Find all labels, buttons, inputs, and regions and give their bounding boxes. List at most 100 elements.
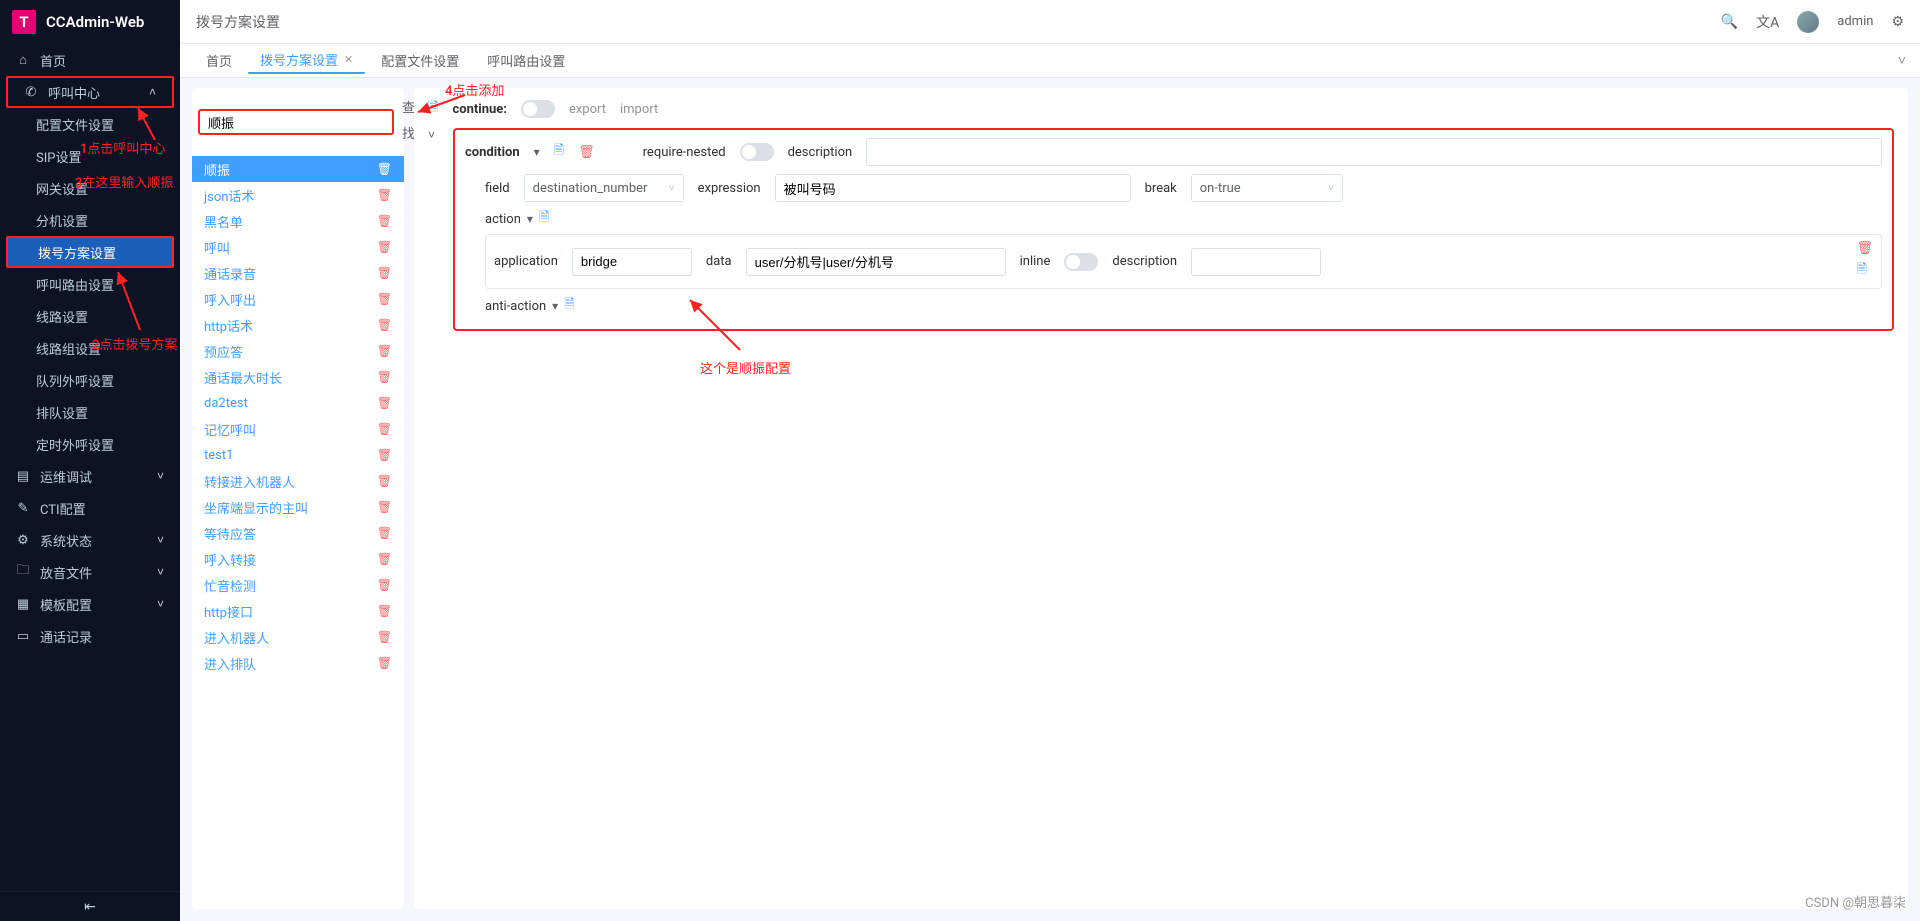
nav-group-1[interactable]: ✎CTI配置 bbox=[0, 492, 180, 524]
delete-icon[interactable]: 🗑 bbox=[377, 526, 392, 540]
export-link[interactable]: export bbox=[569, 102, 606, 117]
delete-icon[interactable]: 🗑 bbox=[377, 318, 392, 332]
nav-sub-10[interactable]: 定时外呼设置 bbox=[0, 428, 180, 460]
list-item[interactable]: da2test🗑 bbox=[192, 390, 404, 416]
nav-sub-2[interactable]: 网关设置 bbox=[0, 172, 180, 204]
condition-header: condition ▾ 🗎 🗑 require-nested descripti… bbox=[465, 138, 1882, 166]
list-item[interactable]: 呼叫🗑 bbox=[192, 234, 404, 260]
list-item[interactable]: test1🗑 bbox=[192, 442, 404, 468]
doc-icon[interactable]: 🗎 bbox=[554, 141, 564, 163]
nav-home[interactable]: ⌂ 首页 bbox=[0, 44, 180, 76]
sidebar-collapse[interactable]: ⇤ bbox=[0, 891, 180, 921]
tab-home[interactable]: 首页 bbox=[194, 48, 244, 74]
break-select[interactable]: on-true ˅ bbox=[1191, 174, 1343, 202]
delete-icon[interactable]: 🗑 bbox=[377, 344, 392, 358]
list-item[interactable]: 通话最大时长🗑 bbox=[192, 364, 404, 390]
doc-icon[interactable]: 🗎 bbox=[428, 98, 438, 120]
chevron-down-icon[interactable]: ▾ bbox=[552, 299, 558, 313]
collapse-icon[interactable]: ˅ bbox=[428, 128, 435, 142]
nav-group-5[interactable]: ▭通话记录 bbox=[0, 620, 180, 652]
gear-icon[interactable]: ⚙ bbox=[1891, 14, 1904, 30]
inline-toggle[interactable] bbox=[1064, 253, 1098, 271]
list-item[interactable]: 等待应答🗑 bbox=[192, 520, 404, 546]
doc-icon[interactable]: 🗎 bbox=[564, 295, 574, 317]
data-label: data bbox=[706, 254, 732, 269]
delete-icon[interactable]: 🗑 bbox=[377, 578, 392, 592]
require-nested-toggle[interactable] bbox=[740, 143, 774, 161]
list-item[interactable]: 忙音检测🗑 bbox=[192, 572, 404, 598]
doc-icon[interactable]: 🗎 bbox=[1856, 260, 1873, 282]
nav-sub-8[interactable]: 队列外呼设置 bbox=[0, 364, 180, 396]
data-input[interactable] bbox=[746, 248, 1006, 276]
delete-icon[interactable]: 🗑 bbox=[377, 630, 392, 644]
nav-group-3[interactable]: 🗀放音文件˅ bbox=[0, 556, 180, 588]
delete-icon[interactable]: 🗑 bbox=[377, 500, 392, 514]
avatar[interactable] bbox=[1797, 11, 1819, 33]
nav-group-2[interactable]: ⚙系统状态˅ bbox=[0, 524, 180, 556]
list-item[interactable]: 顺振🗑 bbox=[192, 156, 404, 182]
delete-icon[interactable]: 🗑 bbox=[377, 656, 392, 670]
continue-toggle[interactable] bbox=[521, 100, 555, 118]
list-item[interactable]: 记忆呼叫🗑 bbox=[192, 416, 404, 442]
delete-icon[interactable]: 🗑 bbox=[377, 188, 392, 202]
delete-icon[interactable]: 🗑 bbox=[377, 214, 392, 228]
nav-sub-7[interactable]: 线路组设置 bbox=[0, 332, 180, 364]
tab-dialplan[interactable]: 拨号方案设置✕ bbox=[248, 48, 365, 74]
delete-icon[interactable]: 🗑 bbox=[377, 266, 392, 280]
delete-icon[interactable]: 🗑 bbox=[377, 370, 392, 384]
list-item[interactable]: http接口🗑 bbox=[192, 598, 404, 624]
nav-sub-1[interactable]: SIP设置 bbox=[0, 140, 180, 172]
doc-icon[interactable]: 🗎 bbox=[539, 208, 549, 230]
tabs-expand-icon[interactable]: ˅ bbox=[1898, 52, 1906, 69]
list-item[interactable]: http话术🗑 bbox=[192, 312, 404, 338]
list-item[interactable]: 黑名单🗑 bbox=[192, 208, 404, 234]
nav-sub-0[interactable]: 配置文件设置 bbox=[0, 108, 180, 140]
delete-icon[interactable]: 🗑 bbox=[377, 396, 392, 410]
list-item[interactable]: 呼入转接🗑 bbox=[192, 546, 404, 572]
delete-icon[interactable]: 🗑 bbox=[377, 552, 392, 566]
list-item[interactable]: 呼入呼出🗑 bbox=[192, 286, 404, 312]
description-label: description bbox=[788, 145, 853, 160]
import-link[interactable]: import bbox=[620, 102, 658, 117]
field-select[interactable]: destination_number ˅ bbox=[524, 174, 684, 202]
template-icon: ▦ bbox=[16, 597, 30, 612]
nav-sub-4[interactable]: 拨号方案设置 bbox=[6, 236, 174, 268]
list-item[interactable]: 坐席端显示的主叫🗑 bbox=[192, 494, 404, 520]
list-item[interactable]: 转接进入机器人🗑 bbox=[192, 468, 404, 494]
delete-icon[interactable]: 🗑 bbox=[377, 448, 392, 462]
delete-icon[interactable]: 🗑 bbox=[578, 145, 595, 160]
list-item[interactable]: 预应答🗑 bbox=[192, 338, 404, 364]
nav-sub-6[interactable]: 线路设置 bbox=[0, 300, 180, 332]
expression-input[interactable] bbox=[775, 174, 1131, 202]
close-icon[interactable]: ✕ bbox=[344, 53, 353, 66]
description-input[interactable] bbox=[866, 138, 1882, 166]
nav-call-center[interactable]: ✆ 呼叫中心 ˄ bbox=[6, 76, 174, 108]
translate-icon[interactable]: 文A bbox=[1756, 12, 1779, 32]
nav-group-0[interactable]: ▤运维调试˅ bbox=[0, 460, 180, 492]
nav-sub-5[interactable]: 呼叫路由设置 bbox=[0, 268, 180, 300]
delete-icon[interactable]: 🗑 bbox=[377, 604, 392, 618]
chevron-down-icon[interactable]: ▾ bbox=[534, 145, 540, 159]
delete-icon[interactable]: 🗑 bbox=[377, 474, 392, 488]
delete-icon[interactable]: 🗑 bbox=[377, 422, 392, 436]
delete-icon[interactable]: 🗑 bbox=[377, 292, 392, 306]
list-item[interactable]: 进入机器人🗑 bbox=[192, 624, 404, 650]
tab-profile[interactable]: 配置文件设置 bbox=[369, 48, 471, 74]
nav-group-4[interactable]: ▦模板配置˅ bbox=[0, 588, 180, 620]
delete-icon[interactable]: 🗑 bbox=[1856, 241, 1873, 256]
nav-sub-9[interactable]: 排队设置 bbox=[0, 396, 180, 428]
list-item[interactable]: json话术🗑 bbox=[192, 182, 404, 208]
search-input[interactable] bbox=[198, 109, 394, 135]
delete-icon[interactable]: 🗑 bbox=[377, 240, 392, 254]
action-description-input[interactable] bbox=[1191, 248, 1321, 276]
list-item[interactable]: 进入排队🗑 bbox=[192, 650, 404, 676]
list-item[interactable]: 通话录音🗑 bbox=[192, 260, 404, 286]
application-input[interactable] bbox=[572, 248, 692, 276]
chevron-down-icon[interactable]: ▾ bbox=[527, 212, 533, 226]
search-icon[interactable]: 🔍 bbox=[1721, 14, 1738, 30]
left-panel: 查找 添加 顺振🗑json话术🗑黑名单🗑呼叫🗑通话录音🗑呼入呼出🗑http话术🗑… bbox=[192, 88, 404, 909]
nav-sub-3[interactable]: 分机设置 bbox=[0, 204, 180, 236]
anti-action-label: anti-action bbox=[485, 299, 546, 314]
tab-route[interactable]: 呼叫路由设置 bbox=[475, 48, 577, 74]
delete-icon[interactable]: 🗑 bbox=[377, 162, 392, 176]
